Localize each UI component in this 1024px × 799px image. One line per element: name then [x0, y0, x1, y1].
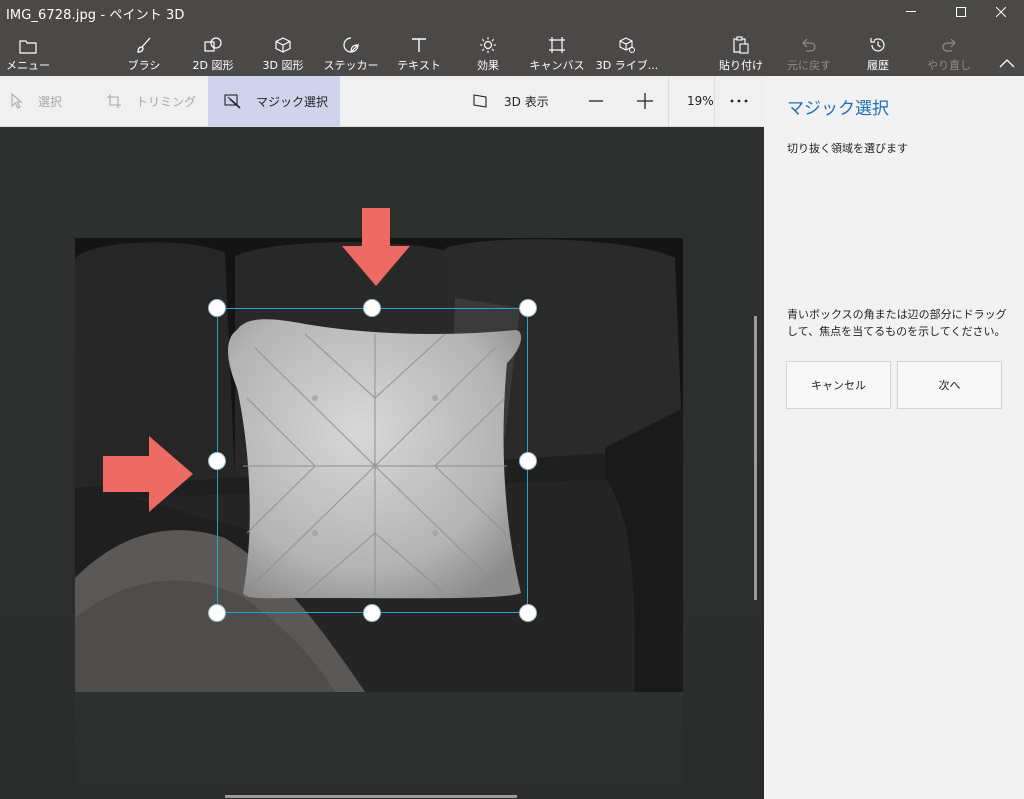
- zoom-out-button[interactable]: [588, 76, 604, 126]
- close-icon: [996, 7, 1006, 17]
- tool-canvas[interactable]: キャンバス: [528, 24, 586, 76]
- 2d-shapes-icon: [204, 37, 222, 52]
- tool-brush[interactable]: ブラシ: [122, 24, 166, 76]
- clipboard-icon: [733, 36, 749, 54]
- close-button[interactable]: [978, 0, 1024, 24]
- tool-text[interactable]: テキスト: [396, 24, 442, 76]
- paste-label: 貼り付け: [719, 59, 763, 72]
- tool-brush-label: ブラシ: [127, 59, 161, 72]
- history-label: 履歴: [867, 59, 889, 72]
- cancel-button[interactable]: キャンセル: [786, 361, 891, 409]
- selection-box[interactable]: [217, 308, 528, 613]
- vertical-scrollbar[interactable]: [754, 316, 757, 600]
- panel-title: マジック選択: [787, 99, 889, 119]
- 3d-shapes-icon: [275, 37, 291, 53]
- minimize-icon: [906, 11, 916, 12]
- handle-bottom[interactable]: [363, 604, 381, 622]
- chevron-up-icon: [999, 59, 1015, 68]
- handle-bottom-left[interactable]: [208, 604, 226, 622]
- ribbon-toolbar: メニュー ブラシ 2D 図形 3D 図形 ステッカー テキスト 効果 キャンバス…: [0, 24, 1024, 76]
- crop-icon: [107, 94, 121, 108]
- handle-right[interactable]: [519, 452, 537, 470]
- more-options-button[interactable]: [730, 76, 748, 126]
- magic-select-panel: マジック選択 切り抜く領域を選びます 青いボックスの角または辺の部分にドラッグし…: [764, 76, 1024, 799]
- trim-button[interactable]: トリミング: [106, 76, 196, 126]
- tool-effects-label: 効果: [477, 59, 499, 72]
- folder-icon: [19, 40, 37, 54]
- handle-left[interactable]: [208, 452, 226, 470]
- canvas-icon: [549, 37, 565, 53]
- history-button[interactable]: 履歴: [856, 24, 900, 76]
- effects-icon: [480, 37, 496, 53]
- 3d-library-icon: [619, 37, 635, 53]
- tool-3d-library-label: 3D ライブ...: [595, 59, 659, 72]
- menu-button[interactable]: メニュー: [6, 24, 50, 76]
- maximize-icon: [956, 7, 966, 17]
- tool-canvas-label: キャンバス: [529, 59, 585, 72]
- down-arrow-annotation: [342, 208, 410, 286]
- view-3d-icon: [473, 94, 487, 108]
- tool-3d-shapes-label: 3D 図形: [262, 59, 304, 72]
- paste-button[interactable]: 貼り付け: [716, 24, 766, 76]
- brush-icon: [137, 37, 151, 53]
- divider: [714, 76, 715, 126]
- tool-stickers[interactable]: ステッカー: [320, 24, 382, 76]
- menu-label: メニュー: [6, 59, 50, 72]
- magic-select-button[interactable]: マジック選択: [208, 76, 340, 126]
- zoom-level[interactable]: 19%: [687, 76, 714, 126]
- trim-label: トリミング: [136, 94, 197, 109]
- minimize-button[interactable]: [888, 0, 934, 24]
- more-dots-icon: [730, 99, 748, 103]
- tool-2d-shapes-label: 2D 図形: [192, 59, 234, 72]
- stickers-icon: [343, 37, 359, 53]
- redo-button[interactable]: やり直し: [924, 24, 974, 76]
- handle-top[interactable]: [363, 299, 381, 317]
- collapse-ribbon-button[interactable]: [994, 24, 1020, 76]
- text-icon: [412, 38, 426, 52]
- panel-instruction: 青いボックスの角または辺の部分にドラッグして、焦点を当てるものを示してください。: [787, 308, 1007, 338]
- zoom-level-label: 19%: [687, 94, 714, 108]
- window-title: IMG_6728.jpg - ペイント 3D: [6, 8, 185, 23]
- sub-toolbar: 選択 トリミング マジック選択 3D 表示 19%: [0, 76, 764, 127]
- zoom-in-button[interactable]: [636, 76, 654, 126]
- horizontal-scrollbar[interactable]: [225, 795, 517, 798]
- canvas-reflection: [75, 693, 683, 799]
- undo-button[interactable]: 元に戻す: [784, 24, 834, 76]
- magic-select-icon: [224, 94, 241, 109]
- view-3d-button[interactable]: 3D 表示: [472, 76, 549, 126]
- tool-3d-library[interactable]: 3D ライブ...: [596, 24, 658, 76]
- view-3d-label: 3D 表示: [504, 94, 549, 109]
- minus-icon: [589, 100, 603, 102]
- handle-top-left[interactable]: [208, 299, 226, 317]
- handle-top-right[interactable]: [519, 299, 537, 317]
- redo-label: やり直し: [927, 59, 971, 72]
- panel-subtitle: 切り抜く領域を選びます: [787, 142, 908, 155]
- tool-stickers-label: ステッカー: [323, 59, 379, 72]
- tool-3d-shapes[interactable]: 3D 図形: [256, 24, 310, 76]
- tool-effects[interactable]: 効果: [468, 24, 508, 76]
- undo-icon: [802, 38, 816, 52]
- undo-label: 元に戻す: [787, 59, 831, 72]
- right-arrow-annotation: [103, 436, 193, 512]
- tool-2d-shapes[interactable]: 2D 図形: [186, 24, 240, 76]
- tool-text-label: テキスト: [397, 59, 441, 72]
- magic-select-label: マジック選択: [256, 94, 329, 109]
- handle-bottom-right[interactable]: [519, 604, 537, 622]
- divider: [668, 76, 669, 126]
- redo-icon: [942, 38, 956, 52]
- select-button[interactable]: 選択: [10, 76, 62, 126]
- next-button[interactable]: 次へ: [897, 361, 1002, 409]
- plus-icon: [637, 93, 653, 109]
- select-label: 選択: [38, 94, 63, 109]
- title-bar: IMG_6728.jpg - ペイント 3D: [0, 0, 1024, 24]
- history-icon: [870, 38, 885, 52]
- cursor-icon: [11, 93, 23, 109]
